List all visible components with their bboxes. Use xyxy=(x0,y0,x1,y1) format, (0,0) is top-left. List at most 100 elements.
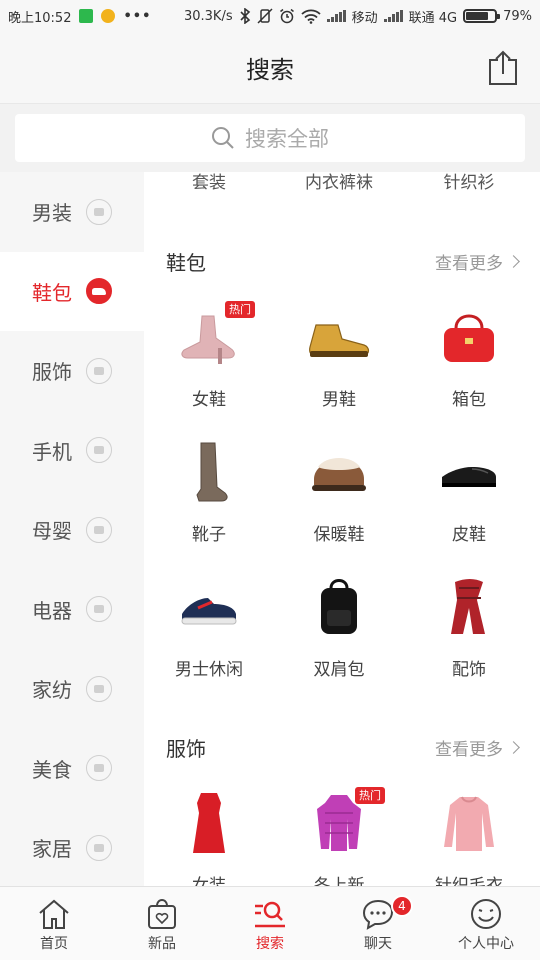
search-input[interactable]: 搜索全部 xyxy=(15,114,525,162)
app-notification-icon xyxy=(79,9,94,23)
see-more-link[interactable]: 查看更多 xyxy=(435,249,520,274)
heel-boot-icon: 热门 xyxy=(171,301,255,373)
sidebar-item-menswear[interactable]: 男装 xyxy=(0,172,144,252)
scarf-icon xyxy=(431,573,507,643)
wifi-icon xyxy=(300,9,321,24)
status-bar: 晚上10:52 ••• 30.3K/s 移动 联通 4G 79% xyxy=(0,0,540,32)
search-placeholder: 搜索全部 xyxy=(245,127,329,151)
product-category-label: 保暖鞋 xyxy=(313,525,365,545)
carrier-1: 移动 xyxy=(351,10,378,26)
product-category-accessories[interactable]: 配饰 xyxy=(404,573,534,693)
food-icon xyxy=(86,755,112,782)
chevron-right-icon xyxy=(507,740,520,754)
top-header: 搜索 xyxy=(0,32,540,104)
signal-icon xyxy=(326,10,346,22)
product-category-womens-shoes[interactable]: 热门 女鞋 xyxy=(144,301,274,423)
sidebar-item-baby[interactable]: 母婴 xyxy=(0,490,144,570)
sidebar-item-label: 美食 xyxy=(32,757,72,782)
sidebar-item-home[interactable]: 家居 xyxy=(0,808,144,886)
leather-shoe-icon xyxy=(431,438,507,508)
product-category-label: 箱包 xyxy=(452,390,486,410)
shirt-icon xyxy=(86,357,112,384)
sidebar-item-label: 家居 xyxy=(32,837,72,862)
product-category-warm-shoes[interactable]: 保暖鞋 xyxy=(274,438,404,558)
product-category-label: 皮鞋 xyxy=(452,525,486,545)
tab-chat[interactable]: 4 聊天 xyxy=(324,887,432,960)
product-category-label: 双肩包 xyxy=(313,660,365,680)
shoe-icon xyxy=(86,278,112,305)
sidebar-item-food[interactable]: 美食 xyxy=(0,729,144,809)
bluetooth-icon xyxy=(240,8,250,24)
category-sidebar: 男装 鞋包 服饰 手机 母婴 电器 家纺 美食 家居 xyxy=(0,172,144,886)
sidebar-item-phones[interactable]: 手机 xyxy=(0,411,144,491)
sidebar-item-label: 手机 xyxy=(32,439,72,464)
sidebar-item-label: 服饰 xyxy=(32,360,72,385)
handbag-icon xyxy=(431,303,507,373)
product-category-label: 靴子 xyxy=(192,525,226,545)
section-header-shoes-bags: 鞋包 查看更多 xyxy=(144,241,540,281)
tab-new[interactable]: 新品 xyxy=(108,887,216,960)
sidebar-item-label: 家纺 xyxy=(32,678,72,703)
tab-profile[interactable]: 个人中心 xyxy=(432,887,540,960)
carrier-2: 联通 4G xyxy=(408,10,458,26)
page-title: 搜索 xyxy=(246,56,294,84)
sidebar-item-label: 鞋包 xyxy=(32,280,72,305)
bottom-tab-bar: 首页 新品 搜索 4 聊天 个人中心 xyxy=(0,886,540,960)
top-row-item-suit[interactable]: 套装 xyxy=(144,172,274,193)
product-category-leather-shoes[interactable]: 皮鞋 xyxy=(404,438,534,558)
section-title: 鞋包 xyxy=(166,250,206,275)
search-icon xyxy=(252,897,288,931)
section-header-apparel: 服饰 查看更多 xyxy=(144,727,540,767)
suit-icon xyxy=(86,198,112,225)
backpack-icon xyxy=(301,573,377,643)
alarm-icon xyxy=(279,8,294,24)
product-category-knit-sweater[interactable]: 针织毛衣 xyxy=(404,789,534,886)
search-icon xyxy=(212,127,234,149)
product-category-backpacks[interactable]: 双肩包 xyxy=(274,573,404,693)
work-boot-icon xyxy=(301,303,377,373)
product-category-womenswear[interactable]: 女装 xyxy=(144,789,274,886)
sidebar-item-apparel[interactable]: 服饰 xyxy=(0,331,144,411)
product-category-mens-shoes[interactable]: 男鞋 xyxy=(274,303,404,423)
home-icon xyxy=(36,897,72,931)
tab-label: 搜索 xyxy=(256,936,284,952)
product-category-winter-new[interactable]: 热门 冬上新 xyxy=(274,787,404,886)
sidebar-item-textiles[interactable]: 家纺 xyxy=(0,649,144,729)
tab-search[interactable]: 搜索 xyxy=(216,887,324,960)
product-category-boots[interactable]: 靴子 xyxy=(144,438,274,558)
see-more-label: 查看更多 xyxy=(435,253,503,274)
product-category-label: 针织毛衣 xyxy=(435,876,503,886)
sidebar-item-shoes-bags[interactable]: 鞋包 xyxy=(0,251,144,331)
see-more-link[interactable]: 查看更多 xyxy=(435,735,520,760)
bag-heart-icon xyxy=(144,897,180,931)
product-category-mens-casual[interactable]: 男士休闲 xyxy=(144,573,274,693)
top-row-item-knitwear[interactable]: 针织衫 xyxy=(404,172,534,193)
sweater-icon xyxy=(431,789,507,859)
bell-icon xyxy=(86,675,112,702)
tab-home[interactable]: 首页 xyxy=(0,887,108,960)
tab-label: 首页 xyxy=(40,936,68,952)
sidebar-item-label: 男装 xyxy=(32,201,72,226)
smiley-icon xyxy=(468,897,504,931)
status-time: 晚上10:52 xyxy=(8,10,72,26)
signal-icon-2 xyxy=(383,10,403,22)
product-category-label: 女装 xyxy=(192,876,226,886)
share-icon[interactable] xyxy=(486,50,520,86)
vibrate-off-icon xyxy=(257,8,273,24)
tall-boot-icon xyxy=(171,438,247,508)
chevron-right-icon xyxy=(507,254,520,268)
app-notification-icon-2 xyxy=(101,9,116,23)
sneaker-icon xyxy=(171,573,247,643)
network-speed: 30.3K/s xyxy=(183,8,233,24)
hot-badge: 热门 xyxy=(225,301,255,318)
hot-badge: 热门 xyxy=(355,787,385,804)
product-category-bags[interactable]: 箱包 xyxy=(404,303,534,423)
top-row-item-underwear[interactable]: 内衣裤袜 xyxy=(274,172,404,193)
sidebar-item-appliances[interactable]: 电器 xyxy=(0,570,144,650)
unread-badge: 4 xyxy=(390,895,413,917)
sidebar-item-label: 母婴 xyxy=(32,519,72,544)
section-title: 服饰 xyxy=(166,736,206,761)
dress-icon xyxy=(171,789,247,859)
battery-percent: 79% xyxy=(503,8,532,24)
product-category-label: 冬上新 xyxy=(313,876,365,886)
